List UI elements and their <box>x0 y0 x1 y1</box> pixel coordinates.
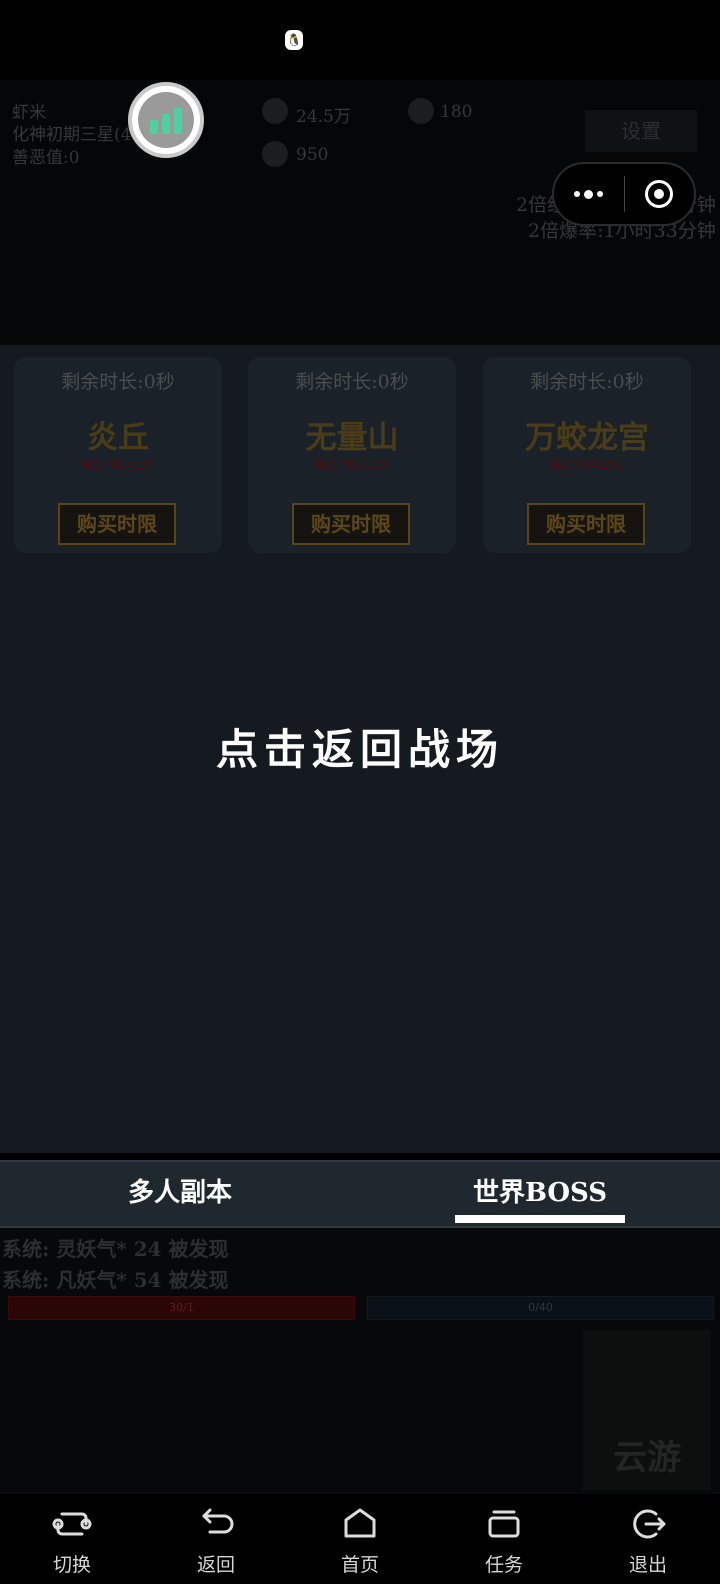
nav-switch[interactable]: 切换 <box>0 1494 144 1584</box>
system-message: 系统: 灵妖气* 24 被发现 <box>2 1237 229 1261</box>
home-icon <box>344 1508 376 1538</box>
task-icon <box>488 1510 520 1538</box>
yunyou-logo: 云游 <box>583 1330 711 1490</box>
return-to-battle-button[interactable]: 点击返回战场 <box>0 715 720 785</box>
nav-tasks[interactable]: 任务 <box>432 1494 576 1584</box>
exit-icon <box>633 1509 666 1539</box>
dungeon-name: 炎丘 <box>87 420 149 456</box>
gem-icon <box>408 98 434 124</box>
player-karma: 善恶值:0 <box>12 148 80 168</box>
bottom-nav: 切换 返回 首页 任务 退出 <box>0 1494 720 1584</box>
close-circle-icon <box>645 180 674 208</box>
status-bar <box>0 0 720 80</box>
nav-label: 切换 <box>52 1554 91 1576</box>
qq-penguin-icon: 🐧 <box>285 30 303 50</box>
logo-text: 云游 <box>613 1438 681 1478</box>
buy-time-button[interactable]: 购买时限 <box>58 503 176 545</box>
close-miniprogram-button[interactable] <box>625 164 695 224</box>
remaining-time: 剩余时长:0秒 <box>295 371 409 393</box>
nav-label: 任务 <box>484 1554 523 1576</box>
nav-label: 退出 <box>628 1554 667 1576</box>
dungeon-card: 剩余时长:0秒 万蛟龙宫 需要1级以上队 购买时限 <box>483 357 691 553</box>
dungeon-requirement: 需要1级以上队 <box>550 458 624 471</box>
dungeon-requirement: 需要1级以上队 <box>81 458 155 471</box>
remaining-time: 剩余时长:0秒 <box>61 371 175 393</box>
stat-ingots: 950 <box>296 145 329 165</box>
system-message: 系统: 凡妖气* 54 被发现 <box>2 1268 229 1292</box>
buy-time-button[interactable]: 购买时限 <box>292 503 410 545</box>
player-realm: 化神初期三星(4 <box>12 125 132 145</box>
dungeon-requirement: 需要1级以上队 <box>315 458 389 471</box>
dungeon-name: 无量山 <box>305 420 399 456</box>
dungeon-card: 剩余时长:0秒 无量山 需要1级以上队 购买时限 <box>248 357 456 553</box>
nav-home[interactable]: 首页 <box>288 1494 432 1584</box>
dungeon-name: 万蛟龙宫 <box>525 420 649 456</box>
buy-time-button[interactable]: 购买时限 <box>527 503 645 545</box>
remaining-time: 剩余时长:0秒 <box>530 371 644 393</box>
nav-label: 首页 <box>340 1554 379 1576</box>
settings-button[interactable]: 设置 <box>585 110 697 152</box>
signal-bars-icon <box>138 92 194 148</box>
stat-gems: 180 <box>440 102 473 122</box>
nav-label: 返回 <box>196 1554 235 1576</box>
nav-back[interactable]: 返回 <box>144 1494 288 1584</box>
stat-coins: 24.5万 <box>296 107 351 127</box>
ingot-icon <box>262 141 288 167</box>
back-icon <box>202 1508 234 1534</box>
tab-multiplayer-dungeon[interactable]: 多人副本 <box>40 1162 320 1226</box>
coin-icon <box>262 98 288 124</box>
more-options-button[interactable] <box>554 164 624 224</box>
active-tab-indicator <box>455 1215 625 1223</box>
signal-float-button[interactable] <box>128 82 204 158</box>
miniprogram-capsule <box>552 162 696 226</box>
mp-bar: 0/40 <box>367 1296 714 1320</box>
nav-exit[interactable]: 退出 <box>576 1494 720 1584</box>
switch-icon <box>52 1512 92 1536</box>
hp-bar: 30/1 <box>8 1296 355 1320</box>
dungeon-card: 剩余时长:0秒 炎丘 需要1级以上队 购买时限 <box>14 357 222 553</box>
more-dots-icon <box>574 191 581 197</box>
